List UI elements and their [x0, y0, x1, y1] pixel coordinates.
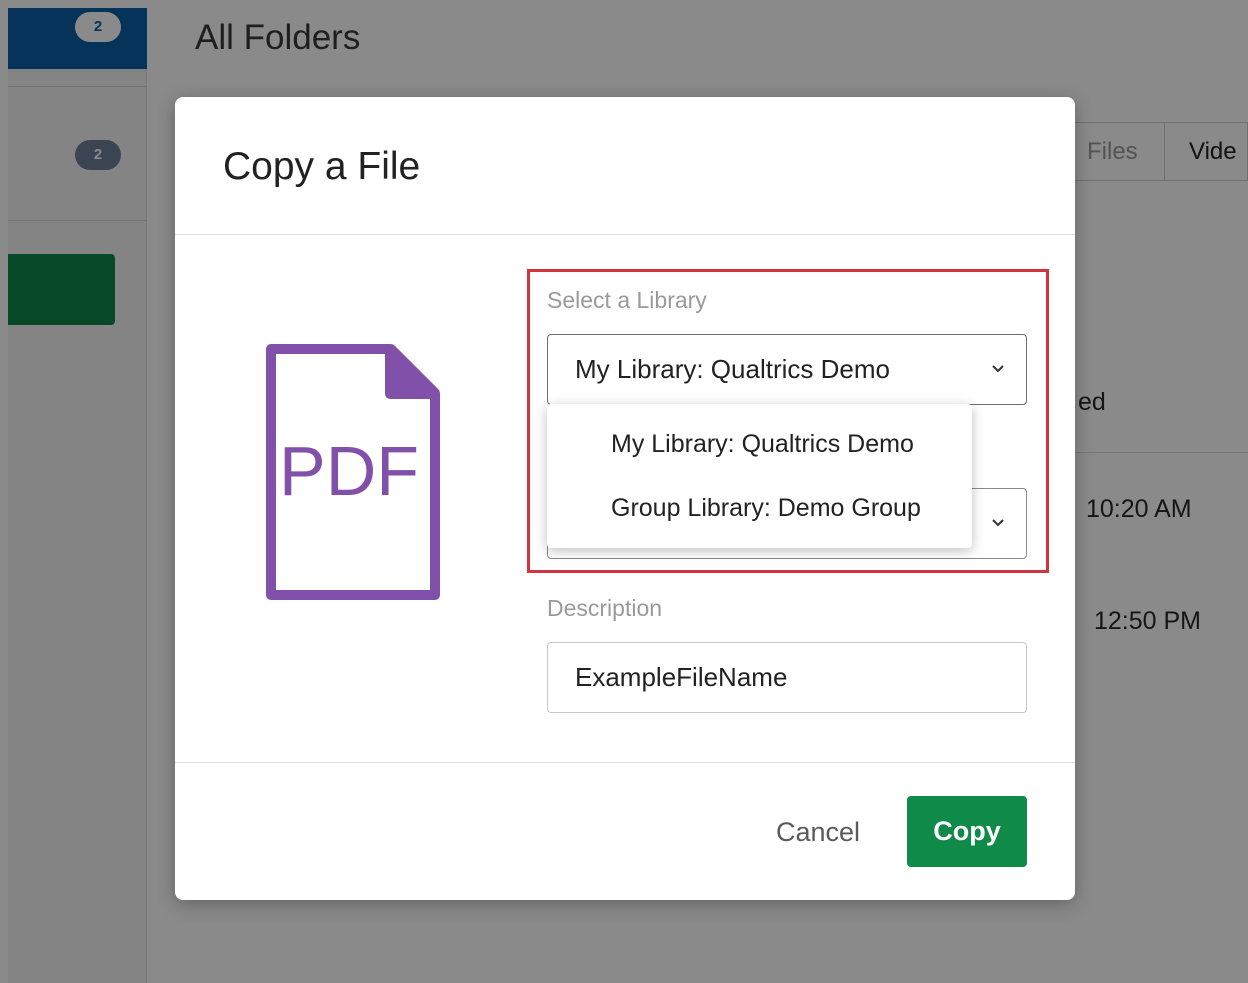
- chevron-down-icon: [992, 365, 1004, 373]
- dialog-header-divider: [175, 234, 1075, 235]
- dropdown-option[interactable]: My Library: Qualtrics Demo: [611, 430, 914, 459]
- copy-file-dialog: Copy a File PDF Select a Library My Libr…: [175, 97, 1075, 900]
- dialog-title: Copy a File: [223, 145, 421, 188]
- library-select-value: My Library: Qualtrics Demo: [575, 354, 890, 384]
- library-select[interactable]: My Library: Qualtrics Demo: [547, 334, 1027, 405]
- chevron-down-icon: [992, 519, 1004, 527]
- dropdown-option[interactable]: Group Library: Demo Group: [611, 494, 921, 523]
- screen: 2 2 All Folders Files Vide ed 10:20 AM 1…: [0, 0, 1248, 983]
- cancel-button[interactable]: Cancel: [753, 797, 883, 868]
- copy-button[interactable]: Copy: [907, 796, 1027, 867]
- dialog-footer-divider: [175, 762, 1075, 763]
- pdf-label: PDF: [279, 432, 419, 510]
- description-label: Description: [547, 595, 663, 621]
- description-input[interactable]: [547, 642, 1027, 713]
- pdf-file-icon: PDF: [266, 344, 440, 600]
- library-dropdown-menu: My Library: Qualtrics Demo Group Library…: [547, 404, 972, 548]
- library-label: Select a Library: [547, 287, 707, 313]
